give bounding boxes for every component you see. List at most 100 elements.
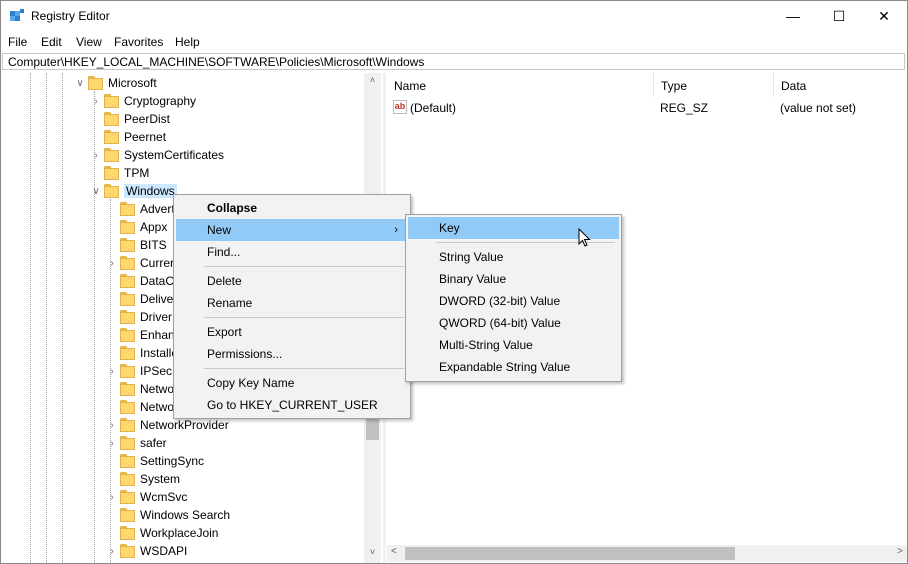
tree-node[interactable]: › WSDAPI	[106, 542, 187, 560]
menu-item-label: String Value	[439, 250, 504, 264]
context-menu-item-permissions[interactable]: Permissions...	[176, 343, 408, 365]
tree-node-label: NetworkProvider	[140, 418, 229, 432]
new-submenu-item-qword-64-bit-value[interactable]: QWORD (64-bit) Value	[408, 312, 619, 334]
tree-node-label: Currer	[140, 256, 175, 270]
chevron-right-icon[interactable]: ›	[106, 420, 118, 431]
menu-item-label: Copy Key Name	[207, 376, 295, 390]
tree-node-label: PeerDist	[124, 112, 171, 126]
tree-node[interactable]: › WcmSvc	[106, 488, 187, 506]
column-header-name[interactable]: Name	[387, 73, 654, 97]
chevron-down-icon[interactable]: ∨	[90, 186, 102, 197]
close-button[interactable]: ✕	[861, 1, 907, 31]
tree-node-label: WSDAPI	[140, 544, 188, 558]
tree-node[interactable]: Netwo	[106, 380, 174, 398]
tree-node[interactable]: ∨ Windows	[90, 182, 177, 200]
menu-item-label: New	[207, 223, 232, 237]
tree-node-label: TPM	[124, 166, 150, 180]
new-submenu-item-expandable-string-value[interactable]: Expandable String Value	[408, 356, 619, 378]
menu-file[interactable]: File	[8, 35, 27, 49]
column-header-data[interactable]: Data	[774, 73, 907, 97]
menu-edit[interactable]: Edit	[41, 35, 62, 49]
minimize-button[interactable]: —	[770, 1, 816, 31]
address-bar[interactable]: Computer\HKEY_LOCAL_MACHINE\SOFTWARE\Pol…	[2, 53, 905, 70]
chevron-right-icon[interactable]: ›	[106, 438, 118, 449]
context-menu-item-delete[interactable]: Delete	[176, 270, 408, 292]
context-menu-item-collapse[interactable]: Collapse	[176, 197, 408, 219]
tree-node[interactable]: SettingSync	[106, 452, 204, 470]
menu-item-label: Permissions...	[207, 347, 283, 361]
menu-favorites[interactable]: Favorites	[114, 35, 163, 49]
new-submenu-item-dword-32-bit-value[interactable]: DWORD (32-bit) Value	[408, 290, 619, 312]
chevron-right-icon[interactable]: ›	[106, 492, 118, 503]
menu-item-label: Delete	[207, 274, 242, 288]
tree-node[interactable]: System	[106, 470, 180, 488]
tree-node-label: Peernet	[124, 130, 167, 144]
folder-icon	[104, 130, 120, 144]
scroll-down-icon[interactable]: ˅	[364, 547, 381, 557]
tree-guide-line	[62, 73, 63, 563]
menu-item-label: Rename	[207, 296, 253, 310]
menu-view[interactable]: View	[76, 35, 102, 49]
value-data: (value not set)	[780, 101, 857, 115]
value-name[interactable]: (Default)	[410, 99, 456, 117]
scroll-up-icon[interactable]: ˄	[364, 75, 381, 85]
tree-node[interactable]: Delive	[106, 290, 173, 308]
tree-node[interactable]: Windows Search	[106, 506, 230, 524]
hscroll-thumb[interactable]	[405, 547, 735, 560]
tree-node[interactable]: Peernet	[90, 128, 166, 146]
tree-node[interactable]: Installe	[106, 344, 178, 362]
context-menu-item-rename[interactable]: Rename	[176, 292, 408, 314]
chevron-right-icon[interactable]: ›	[90, 150, 102, 161]
tree-node[interactable]: › Cryptography	[90, 92, 196, 110]
menu-item-label: Collapse	[207, 201, 258, 215]
tree-node[interactable]: ∨ Microsoft	[74, 74, 157, 92]
new-submenu-item-multi-string-value[interactable]: Multi-String Value	[408, 334, 619, 356]
chevron-right-icon[interactable]: ›	[106, 546, 118, 557]
tree-node-label: Microsoft	[108, 76, 157, 90]
tree-node[interactable]: BITS	[106, 236, 167, 254]
tree-node[interactable]: Netwo	[106, 398, 174, 416]
context-menu-item-new[interactable]: New ›	[176, 219, 408, 241]
list-horizontal-scrollbar[interactable]: ˂ ˃	[387, 545, 907, 562]
chevron-right-icon[interactable]: ›	[106, 366, 118, 377]
maximize-button[interactable]: ☐	[816, 1, 862, 31]
column-header-type[interactable]: Type	[654, 73, 774, 97]
menu-separator	[204, 317, 404, 318]
folder-icon	[120, 526, 136, 540]
folder-icon	[120, 220, 136, 234]
new-submenu-item-binary-value[interactable]: Binary Value	[408, 268, 619, 290]
tree-node[interactable]: › IPSec	[106, 362, 172, 380]
tree-node[interactable]: Driver	[106, 308, 172, 326]
menu-item-label: Go to HKEY_CURRENT_USER	[207, 398, 378, 412]
tree-node[interactable]: PeerDist	[90, 110, 170, 128]
menu-help[interactable]: Help	[175, 35, 200, 49]
context-menu-item-go-to-hkey-current-user[interactable]: Go to HKEY_CURRENT_USER	[176, 394, 408, 416]
menu-separator	[204, 266, 404, 267]
tree-node[interactable]: › Currer	[106, 254, 174, 272]
tree-node-label: WorkplaceJoin	[140, 526, 219, 540]
folder-icon	[120, 238, 136, 252]
folder-icon	[120, 472, 136, 486]
tree-node-label: Cryptography	[124, 94, 197, 108]
context-menu-item-export[interactable]: Export	[176, 321, 408, 343]
chevron-right-icon[interactable]: ›	[106, 258, 118, 269]
tree-node[interactable]: › SystemCertificates	[90, 146, 224, 164]
scroll-right-icon[interactable]: ˃	[897, 546, 903, 557]
tree-node[interactable]: Enhan	[106, 326, 175, 344]
tree-node[interactable]: DataC	[106, 272, 174, 290]
tree-node[interactable]: › safer	[106, 434, 167, 452]
tree-node[interactable]: WorkplaceJoin	[106, 524, 218, 542]
chevron-right-icon[interactable]: ›	[90, 96, 102, 107]
tree-node[interactable]: Advert	[106, 200, 175, 218]
title-bar[interactable]: Registry Editor — ☐ ✕	[1, 1, 907, 31]
scroll-left-icon[interactable]: ˂	[391, 546, 397, 557]
tree-guide-line	[46, 73, 47, 563]
chevron-down-icon[interactable]: ∨	[74, 78, 86, 89]
context-menu-item-find[interactable]: Find...	[176, 241, 408, 263]
folder-icon	[104, 94, 120, 108]
context-menu-item-copy-key-name[interactable]: Copy Key Name	[176, 372, 408, 394]
folder-icon	[120, 292, 136, 306]
tree-node[interactable]: Appx	[106, 218, 167, 236]
tree-node[interactable]: TPM	[90, 164, 149, 182]
new-submenu-item-string-value[interactable]: String Value	[408, 246, 619, 268]
